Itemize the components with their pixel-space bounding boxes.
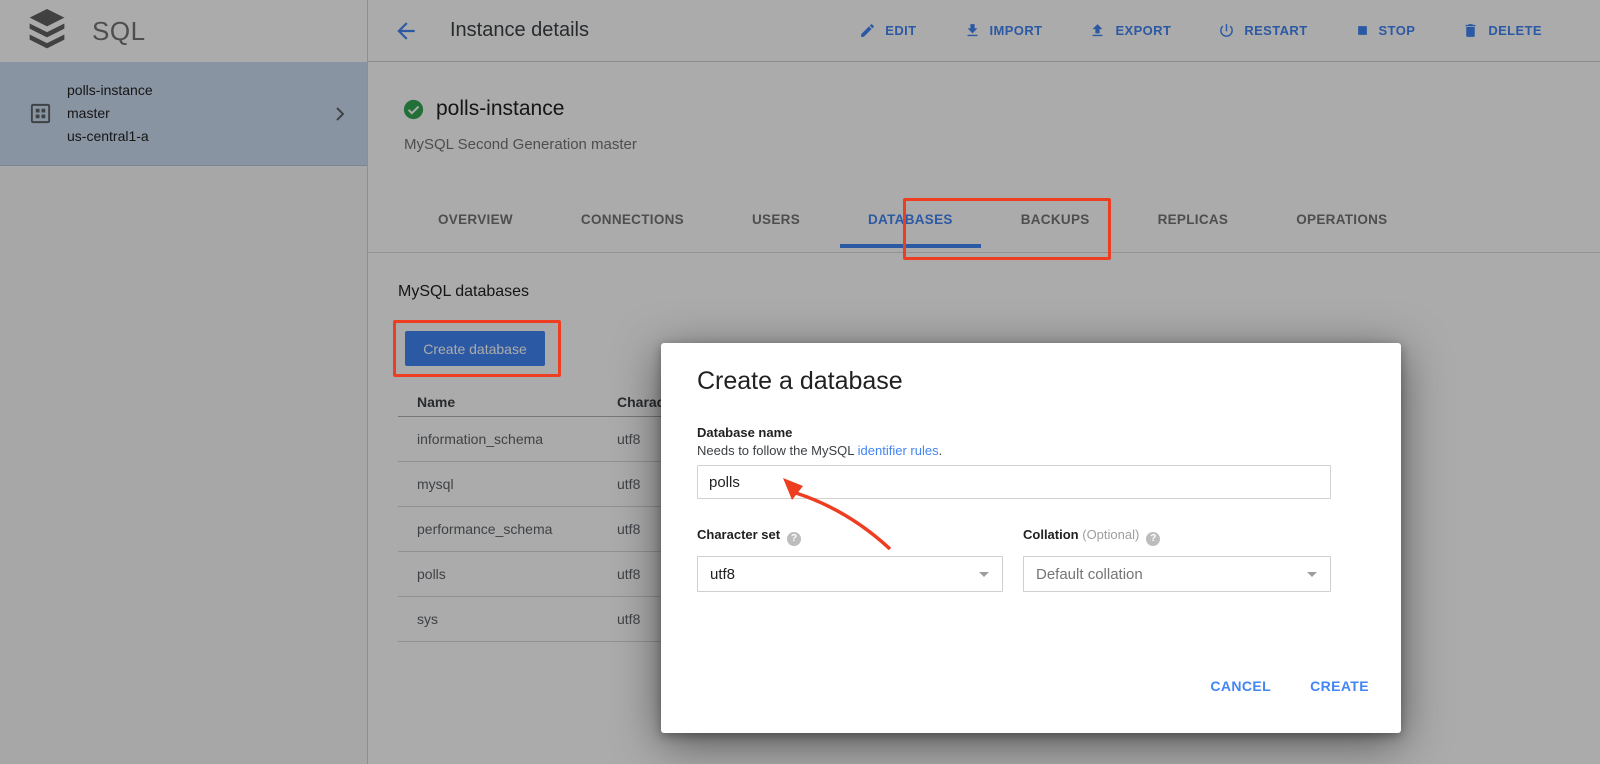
database-name-help: Needs to follow the MySQL identifier rul… bbox=[697, 443, 942, 458]
collation-label: Collation (Optional)? bbox=[1023, 527, 1160, 546]
dropdown-caret-icon bbox=[1307, 572, 1317, 577]
create-database-dialog: Create a database Database name Needs to… bbox=[661, 343, 1401, 733]
charset-select[interactable]: utf8 bbox=[697, 556, 1003, 592]
charset-label: Character set? bbox=[697, 527, 801, 546]
database-name-input[interactable] bbox=[697, 465, 1331, 499]
create-button[interactable]: CREATE bbox=[1310, 678, 1369, 694]
collation-select[interactable]: Default collation bbox=[1023, 556, 1331, 592]
dialog-actions: CANCEL CREATE bbox=[1210, 678, 1369, 694]
cancel-button[interactable]: CANCEL bbox=[1210, 678, 1271, 694]
charset-help-icon[interactable]: ? bbox=[787, 532, 801, 546]
gcp-sql-console: SQL polls-instance master us-central1-a … bbox=[0, 0, 1600, 764]
identifier-rules-link[interactable]: identifier rules bbox=[858, 443, 939, 458]
collation-help-icon[interactable]: ? bbox=[1146, 532, 1160, 546]
database-name-label: Database name bbox=[697, 425, 792, 440]
dropdown-caret-icon bbox=[979, 572, 989, 577]
dialog-title: Create a database bbox=[697, 367, 903, 396]
